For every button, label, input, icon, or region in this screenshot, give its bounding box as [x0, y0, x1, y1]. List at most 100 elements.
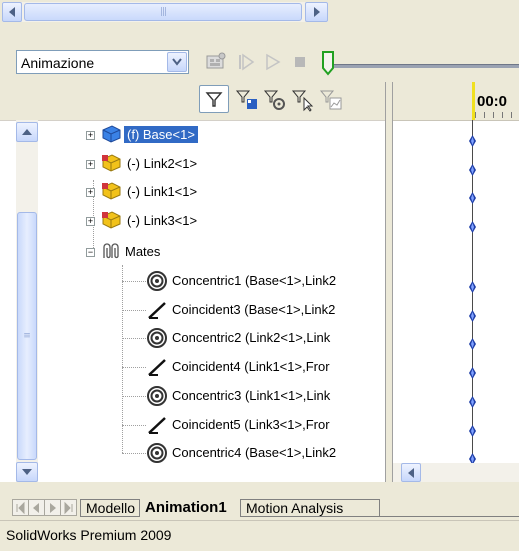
concentric-mate-icon	[147, 443, 167, 463]
tab-nav-arrows-icon	[12, 499, 77, 516]
tree-item-label: Coincident4 (Link1<1>,Fror	[172, 359, 330, 374]
tree-item-label: Coincident3 (Base<1>,Link2	[172, 302, 336, 317]
tab-modello[interactable]: Modello	[80, 499, 140, 517]
expand-icon[interactable]: +	[86, 131, 95, 140]
tree-scrollbar-thumb[interactable]: ≡	[17, 212, 37, 460]
filter-animated-icon	[235, 90, 257, 109]
filter-button[interactable]	[199, 85, 229, 113]
grip-icon: ≡	[23, 330, 31, 341]
tree-line	[122, 396, 146, 397]
scroll-left-button[interactable]	[2, 2, 22, 22]
tree-line	[122, 367, 146, 368]
tab-label: Animation1	[145, 498, 227, 516]
grip-icon: |||	[159, 6, 167, 17]
playhead[interactable]	[472, 82, 475, 120]
keypoint-icon[interactable]	[469, 221, 476, 233]
coincident-mate-icon	[148, 359, 166, 376]
tree-item-label: Concentric1 (Base<1>,Link2	[172, 273, 337, 288]
filter-driving-icon	[263, 90, 285, 110]
filter-funnel-icon	[205, 92, 223, 107]
tree-line	[122, 281, 146, 282]
tab-animation1[interactable]: Animation1	[140, 496, 238, 518]
filter-driving-button[interactable]	[263, 88, 287, 112]
top-right-blank	[330, 0, 519, 40]
mates-icon	[103, 243, 119, 259]
tab-label: Motion Analysis	[246, 500, 344, 516]
stop-button[interactable]	[290, 52, 310, 72]
filter-animated-button[interactable]	[235, 88, 259, 112]
scroll-down-button[interactable]	[16, 462, 38, 482]
dropdown-button[interactable]	[167, 52, 187, 72]
arrow-left-icon	[408, 467, 414, 478]
timeline-hscrollbar[interactable]	[393, 463, 519, 482]
tab-nav-buttons[interactable]	[12, 499, 78, 517]
expand-icon[interactable]: +	[86, 217, 95, 226]
tree-item-label: (f) Base<1>	[124, 126, 198, 143]
concentric-mate-icon	[147, 271, 167, 291]
expand-icon[interactable]: +	[86, 188, 95, 197]
slider-track	[327, 64, 519, 68]
concentric-mate-icon	[147, 328, 167, 348]
timeline-header: 00:0	[393, 82, 519, 121]
tab-motion-analysis[interactable]: Motion Analysis	[240, 499, 380, 517]
animation-toolbar: Animazione	[0, 40, 519, 82]
tree-line	[122, 338, 146, 339]
tree-line	[122, 310, 146, 311]
tree-panel: ≡ + (f) Base<1> + (-) Link2<1> + (-) Lin…	[0, 82, 385, 482]
component-float-icon	[102, 211, 121, 229]
tree-line	[122, 425, 146, 426]
expand-icon[interactable]: +	[86, 160, 95, 169]
chevron-down-icon	[172, 58, 182, 66]
filter-results-button[interactable]	[319, 88, 343, 112]
timeline-scroll-left-button[interactable]	[401, 463, 421, 482]
top-scrollbar-thumb[interactable]: |||	[24, 3, 302, 21]
keypoint-icon[interactable]	[469, 425, 476, 437]
status-bar: SolidWorks Premium 2009	[0, 520, 519, 551]
tab-strip: Modello Animation1 Motion Analysis	[0, 496, 519, 518]
time-label: 00:0	[477, 93, 508, 110]
play-button[interactable]	[263, 52, 283, 72]
keypoint-icon[interactable]	[469, 367, 476, 379]
calculate-button[interactable]	[205, 52, 227, 72]
stop-icon	[295, 57, 305, 67]
collapse-icon[interactable]: −	[86, 248, 95, 257]
panel-splitter[interactable]	[385, 82, 393, 482]
timeline-ruler	[475, 112, 519, 118]
animation-type-select[interactable]: Animazione	[16, 50, 189, 74]
filter-selected-button[interactable]	[291, 88, 315, 112]
component-fixed-icon	[102, 125, 121, 143]
play-from-start-icon	[239, 53, 255, 71]
play-from-start-button[interactable]	[236, 52, 256, 72]
scroll-right-button[interactable]	[305, 2, 328, 22]
arrow-down-icon	[22, 469, 32, 475]
keypoint-icon[interactable]	[469, 338, 476, 350]
keypoint-icon[interactable]	[469, 396, 476, 408]
filter-results-icon	[319, 90, 342, 110]
play-icon	[266, 53, 281, 71]
keypoint-icon[interactable]	[469, 192, 476, 204]
timeline-panel[interactable]: 00:0	[393, 82, 519, 482]
tree-item-label: Concentric3 (Link1<1>,Link	[172, 388, 331, 403]
keypoint-icon[interactable]	[469, 135, 476, 147]
component-float-icon	[102, 154, 121, 172]
keypoint-icon[interactable]	[469, 281, 476, 293]
status-text: SolidWorks Premium 2009	[6, 527, 172, 543]
keypoint-icon[interactable]	[469, 164, 476, 176]
keypoint-icon[interactable]	[469, 310, 476, 322]
tree-item-label: Coincident5 (Link3<1>,Fror	[172, 417, 330, 432]
tree-item-label: Mates	[125, 244, 161, 259]
tree-item-label: Concentric2 (Link2<1>,Link	[172, 330, 331, 345]
tree-item-label: (-) Link2<1>	[127, 156, 198, 171]
filter-selected-icon	[291, 90, 314, 112]
concentric-mate-icon	[147, 386, 167, 406]
tree-item-label: (-) Link3<1>	[127, 213, 198, 228]
arrow-up-icon	[22, 129, 32, 135]
tree-vertical-scrollbar[interactable]: ≡	[16, 120, 38, 482]
top-scrollbar[interactable]: |||	[2, 2, 328, 22]
coincident-mate-icon	[148, 417, 166, 434]
scroll-up-button[interactable]	[16, 122, 38, 142]
slider-thumb-icon[interactable]	[321, 50, 335, 76]
playback-speed-slider[interactable]	[317, 48, 519, 78]
tab-label: Modello	[86, 500, 136, 516]
calculate-icon	[206, 52, 226, 69]
